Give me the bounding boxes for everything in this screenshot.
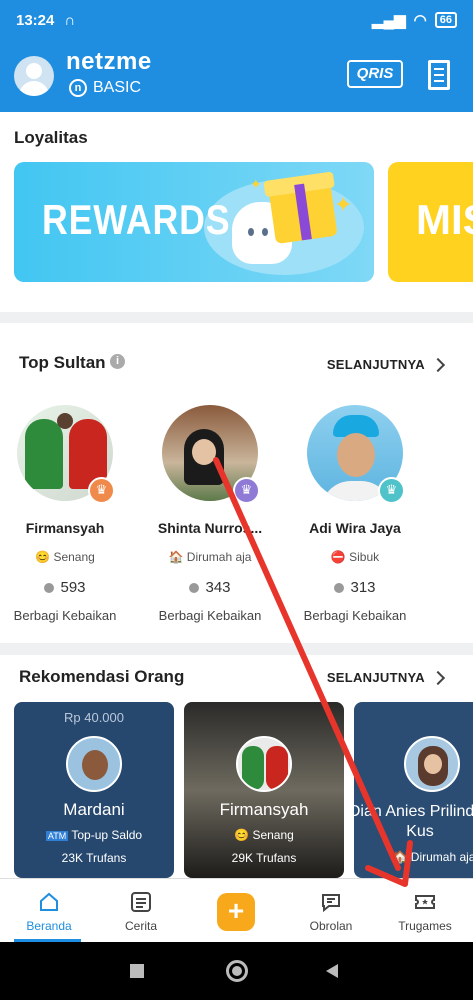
sultan-name: Adi Wira Jaya bbox=[309, 520, 401, 536]
status-bar: 13:24 ∩ ▂▄▆ ◠ 66 bbox=[0, 0, 473, 40]
brand-name: netzme bbox=[66, 48, 152, 75]
nav-label: Obrolan bbox=[309, 919, 353, 933]
sultan-mood: 😊 Senang bbox=[35, 550, 95, 564]
chevron-right-icon[interactable] bbox=[430, 357, 446, 373]
nav-trugames[interactable]: Trugames bbox=[380, 879, 470, 943]
recommend-tag: 😊 Senang bbox=[234, 828, 294, 842]
recommend-name: Firmansyah bbox=[219, 800, 309, 819]
loyalty-title: Loyalitas bbox=[14, 128, 88, 147]
recommend-more[interactable]: SELANJUTNYA bbox=[327, 670, 425, 685]
house-emoji-icon: 🏠 bbox=[392, 850, 411, 864]
recommend-card[interactable]: Dian Anies Prilindya Kus 🏠 Dirumah aja bbox=[354, 702, 473, 878]
nav-obrolan[interactable]: Obrolan bbox=[286, 879, 376, 943]
receipt-amount: Rp 40.000 bbox=[64, 710, 124, 725]
user-icon bbox=[44, 583, 55, 594]
wifi-icon: ◠ bbox=[413, 12, 427, 29]
nav-label: Trugames bbox=[398, 919, 452, 933]
recommend-title: Rekomendasi Orang bbox=[19, 667, 185, 686]
smile-emoji-icon: 😊 bbox=[234, 828, 253, 842]
system-navigation bbox=[0, 942, 473, 1000]
crown-badge-icon: ♛ bbox=[378, 477, 405, 504]
status-icons: ▂▄▆ ◠ 66 bbox=[372, 11, 457, 29]
home-icon bbox=[40, 892, 58, 911]
add-button[interactable]: + bbox=[217, 893, 255, 931]
story-icon bbox=[131, 892, 151, 912]
tier-icon: n bbox=[69, 79, 87, 97]
top-sultan-title: Top Sultan bbox=[19, 353, 106, 372]
notification-icon: ∩ bbox=[64, 11, 76, 29]
mission-label: MIS bbox=[416, 196, 473, 243]
top-sultan-more[interactable]: SELANJUTNYA bbox=[327, 357, 425, 372]
signal-icon: ▂▄▆ bbox=[371, 12, 406, 29]
recommend-name: Dian Anies Prilindya Kus bbox=[354, 803, 473, 840]
chat-icon bbox=[322, 894, 340, 913]
ticket-icon bbox=[415, 895, 435, 909]
gift-box-icon bbox=[263, 171, 338, 245]
recommend-card[interactable]: Firmansyah 😊 Senang 29K Trufans bbox=[184, 702, 344, 878]
receipt-icon[interactable] bbox=[428, 60, 450, 90]
sultan-fans: 343 bbox=[145, 579, 275, 596]
house-emoji-icon: 🏠 bbox=[168, 550, 187, 564]
battery-icon: 66 bbox=[434, 12, 457, 28]
atm-icon: ATM bbox=[45, 831, 69, 841]
sparkle-icon: ✦ bbox=[334, 192, 353, 217]
sultan-name: Firmansyah bbox=[25, 520, 105, 536]
sultan-fans: 313 bbox=[290, 579, 420, 596]
tier-badge[interactable]: n BASIC bbox=[69, 79, 141, 97]
profile-avatar[interactable] bbox=[14, 56, 54, 96]
sultan-tag: Berbagi Kebaikan bbox=[303, 608, 407, 623]
sparkle-icon: ✦ bbox=[250, 176, 262, 192]
avatar-head bbox=[26, 63, 42, 79]
no-entry-emoji-icon: ⛔ bbox=[330, 550, 350, 564]
info-icon[interactable]: i bbox=[110, 354, 125, 369]
qris-button[interactable]: QRIS bbox=[347, 60, 403, 88]
crown-badge-icon: ♛ bbox=[233, 477, 260, 504]
recommend-photo bbox=[66, 736, 122, 792]
nav-label: Beranda bbox=[26, 919, 72, 933]
recommend-fans: 29K Trufans bbox=[231, 851, 297, 865]
recents-icon[interactable] bbox=[130, 964, 144, 978]
sultan-fans: 593 bbox=[0, 579, 130, 596]
nav-cerita[interactable]: Cerita bbox=[96, 879, 186, 943]
sultan-mood: ⛔ Sibuk bbox=[330, 550, 380, 564]
mission-banner[interactable]: MIS bbox=[388, 162, 473, 282]
recommend-tag: 🏠 Dirumah aja bbox=[392, 850, 473, 864]
tier-label: BASIC bbox=[93, 79, 142, 96]
recommend-card[interactable]: Rp 40.000 Mardani ATM Top-up Saldo 23K T… bbox=[14, 702, 174, 878]
recommend-photo bbox=[236, 736, 292, 792]
sultan-name: Shinta Nurros... bbox=[157, 520, 263, 536]
sultan-tag: Berbagi Kebaikan bbox=[158, 608, 262, 623]
nav-label: Cerita bbox=[124, 919, 157, 933]
recommend-fans: 23K Trufans bbox=[61, 851, 127, 865]
user-icon bbox=[334, 583, 345, 594]
crown-badge-icon: ♛ bbox=[88, 477, 115, 504]
user-icon bbox=[189, 583, 200, 594]
nav-beranda[interactable]: Beranda bbox=[4, 879, 94, 943]
recommend-photo bbox=[404, 736, 460, 792]
sultan-tag: Berbagi Kebaikan bbox=[13, 608, 117, 623]
home-circle-icon[interactable] bbox=[226, 960, 248, 982]
app-header: netzme n BASIC QRIS bbox=[0, 40, 473, 112]
recommend-name: Mardani bbox=[63, 800, 125, 819]
rewards-label: REWARDS bbox=[42, 196, 231, 243]
smile-emoji-icon: 😊 bbox=[35, 550, 54, 564]
sultan-mood: 🏠 Dirumah aja bbox=[168, 550, 252, 564]
back-icon[interactable] bbox=[326, 964, 338, 978]
rewards-banner[interactable]: REWARDS ✦ ✦ bbox=[14, 162, 374, 282]
status-time: 13:24 bbox=[16, 11, 55, 29]
bottom-navigation: Beranda Cerita + Obrolan Trugames bbox=[0, 878, 473, 942]
avatar-body bbox=[19, 81, 49, 96]
recommend-tag: ATM Top-up Saldo bbox=[45, 828, 143, 842]
chevron-right-icon[interactable] bbox=[430, 670, 446, 686]
